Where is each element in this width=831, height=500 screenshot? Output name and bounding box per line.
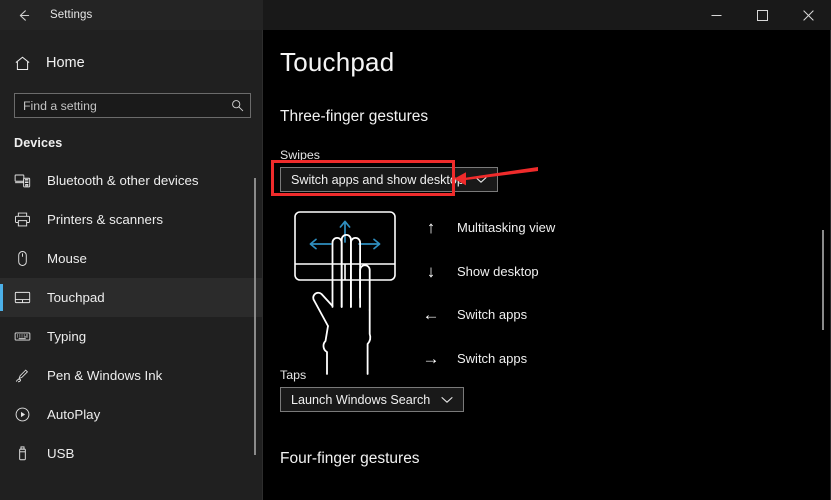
legend-item-label: Multitasking view xyxy=(457,220,556,236)
annotation-arrow-icon xyxy=(450,161,540,202)
sidebar-nav-list: Bluetooth & other devices Printers & sca… xyxy=(0,161,263,473)
window-controls xyxy=(693,0,831,30)
maximize-icon[interactable] xyxy=(739,0,785,30)
section-title-four-finger: Four-finger gestures xyxy=(280,450,420,467)
arrow-down-icon: ↓ xyxy=(426,261,436,281)
sidebar-scrollbar-thumb[interactable] xyxy=(254,178,256,455)
sidebar-item-autoplay[interactable]: AutoPlay xyxy=(0,395,263,434)
sidebar-scrollbar[interactable] xyxy=(251,30,259,500)
sidebar-item-pen-windows-ink[interactable]: Pen & Windows Ink xyxy=(0,356,263,395)
section-title-three-finger: Three-finger gestures xyxy=(280,108,429,125)
three-finger-swipe-illustration xyxy=(287,206,407,386)
arrow-up-icon: ↑ xyxy=(426,218,436,238)
sidebar: Home Devices xyxy=(0,30,263,500)
taps-field: Launch Windows Search xyxy=(263,387,831,412)
legend-item: ↓ Show desktop xyxy=(411,250,671,294)
home-icon xyxy=(14,55,42,72)
legend-item: → Switch apps xyxy=(411,337,671,381)
sidebar-item-label: USB xyxy=(47,446,75,461)
annotation-highlight-box xyxy=(271,160,455,196)
bluetooth-devices-icon xyxy=(14,172,42,189)
main-scrollbar-thumb[interactable] xyxy=(822,230,824,330)
sidebar-item-mouse[interactable]: Mouse xyxy=(0,239,263,278)
legend-item-label: Switch apps xyxy=(457,350,528,366)
sidebar-item-touchpad[interactable]: Touchpad xyxy=(0,278,263,317)
sidebar-item-label: Bluetooth & other devices xyxy=(47,173,199,188)
arrow-left-icon: ← xyxy=(422,305,440,325)
three-finger-gesture-block: ↑ Multitasking view ↓ Show desktop ← Swi… xyxy=(263,206,831,382)
legend-item-label: Show desktop xyxy=(457,263,539,279)
sidebar-item-home[interactable]: Home xyxy=(0,46,263,80)
touchpad-icon xyxy=(14,289,42,306)
sidebar-item-label: Mouse xyxy=(47,251,87,266)
sidebar-item-label: AutoPlay xyxy=(47,407,101,422)
legend-item-label: Switch apps xyxy=(457,307,528,323)
mouse-icon xyxy=(14,250,42,267)
sidebar-item-label: Typing xyxy=(47,329,87,344)
sidebar-item-label: Printers & scanners xyxy=(47,212,164,227)
search-icon[interactable] xyxy=(224,99,250,112)
settings-window: Settings Home Find a setting Devices Blu… xyxy=(0,0,831,500)
minimize-icon[interactable] xyxy=(693,0,739,30)
taps-dropdown[interactable]: Launch Windows Search xyxy=(280,387,465,412)
arrow-right-icon: → xyxy=(422,348,440,368)
sidebar-group-header: Devices xyxy=(14,136,63,150)
sidebar-item-printers-scanners[interactable]: Printers & scanners xyxy=(0,200,263,239)
keyboard-icon xyxy=(14,328,42,345)
autoplay-icon xyxy=(14,406,42,423)
printer-icon xyxy=(14,211,42,228)
sidebar-item-label: Touchpad xyxy=(47,290,105,305)
title-bar-left: Settings xyxy=(0,0,263,30)
chevron-down-icon xyxy=(441,396,463,404)
taps-dropdown-value: Launch Windows Search xyxy=(291,392,431,407)
legend-item: ↑ Multitasking view xyxy=(411,206,671,250)
legend-item: ← Switch apps xyxy=(411,293,671,337)
back-arrow-icon[interactable] xyxy=(0,0,46,30)
sidebar-item-usb[interactable]: USB xyxy=(0,434,263,473)
usb-icon xyxy=(14,445,42,462)
sidebar-item-bluetooth-other-devices[interactable]: Bluetooth & other devices xyxy=(0,161,263,200)
search-box[interactable] xyxy=(14,93,251,118)
main-content: Touchpad Three-finger gestures Swipes Sw… xyxy=(263,30,831,500)
sidebar-item-label: Pen & Windows Ink xyxy=(47,368,163,383)
close-icon[interactable] xyxy=(785,0,831,30)
page-title: Touchpad xyxy=(280,47,395,77)
title-bar: Settings xyxy=(0,0,831,30)
sidebar-item-label: Home xyxy=(46,55,85,71)
app-title: Settings xyxy=(50,9,93,21)
gesture-legend: ↑ Multitasking view ↓ Show desktop ← Swi… xyxy=(411,206,671,380)
search-input[interactable] xyxy=(15,98,224,113)
pen-icon xyxy=(14,367,42,384)
taps-label: Taps xyxy=(280,368,307,382)
sidebar-item-typing[interactable]: Typing xyxy=(0,317,263,356)
